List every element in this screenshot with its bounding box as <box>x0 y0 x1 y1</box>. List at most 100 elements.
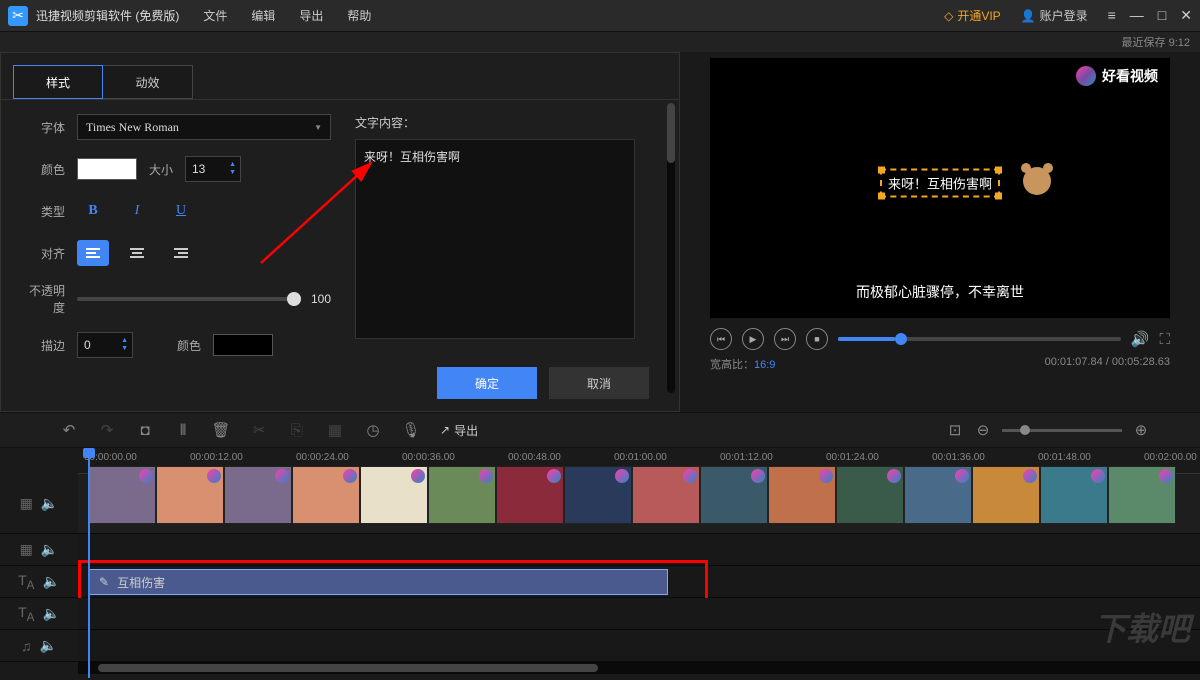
text-clip[interactable]: ✎互相伤害 <box>88 569 668 595</box>
video-thumbnail[interactable] <box>156 466 224 524</box>
volume-icon[interactable]: 🔊 <box>1131 330 1150 348</box>
align-left-button[interactable] <box>77 240 109 266</box>
video-thumbnail[interactable] <box>1108 466 1176 524</box>
size-spinner[interactable]: 13▲▼ <box>185 156 241 182</box>
video-thumbnail[interactable] <box>768 466 836 524</box>
playhead[interactable] <box>88 448 90 678</box>
paste-icon[interactable]: ▦ <box>326 421 344 439</box>
mute-icon[interactable]: 🔈 <box>42 573 59 590</box>
copy-icon[interactable]: ⎘ <box>288 421 306 439</box>
ruler-mark: 00:01:00.00 <box>614 452 667 463</box>
font-color-swatch[interactable] <box>77 158 137 180</box>
user-icon: 👤 <box>1021 9 1036 23</box>
text-track-icon: TA <box>18 604 34 624</box>
fullscreen-icon[interactable]: ⛶ <box>1159 331 1170 348</box>
prev-button[interactable]: ⏮ <box>710 328 732 350</box>
video-track-content[interactable] <box>78 474 1200 533</box>
video-thumbnail[interactable] <box>904 466 972 524</box>
timecode: 00:01:07.84 / 00:05:28.63 <box>1045 356 1170 372</box>
account-button[interactable]: 👤账户登录 <box>1021 7 1088 24</box>
subtitle-selection[interactable]: 来呀！互相伤害啊 <box>880 168 1000 197</box>
mute-icon[interactable]: 🔈 <box>40 637 57 654</box>
video-thumbnails[interactable] <box>88 466 1176 526</box>
menu-export[interactable]: 导出 <box>299 7 323 24</box>
zoom-in-icon[interactable]: ⊕ <box>1132 421 1150 439</box>
text-content-textarea[interactable] <box>355 139 635 339</box>
cancel-button[interactable]: 取消 <box>549 367 649 399</box>
video-thumbnail[interactable] <box>292 466 360 524</box>
stroke-color-label: 颜色 <box>153 337 213 354</box>
panel-scrollbar[interactable] <box>667 103 675 393</box>
menu-file[interactable]: 文件 <box>203 7 227 24</box>
menu-edit[interactable]: 编辑 <box>251 7 275 24</box>
mute-icon[interactable]: 🔈 <box>42 605 59 622</box>
ruler-mark: 00:02:00.00 <box>1144 452 1197 463</box>
ok-button[interactable]: 确定 <box>437 367 537 399</box>
video-thumbnail[interactable] <box>496 466 564 524</box>
video-thumbnail[interactable] <box>972 466 1040 524</box>
audio-track: ♫🔈 <box>0 630 1200 662</box>
play-button[interactable]: ▶ <box>742 328 764 350</box>
stroke-color-swatch[interactable] <box>213 334 273 356</box>
undo-icon[interactable]: ↶ <box>60 421 78 439</box>
stop-button[interactable]: ■ <box>806 328 828 350</box>
align-right-button[interactable] <box>165 240 197 266</box>
video-thumbnail[interactable] <box>428 466 496 524</box>
tab-style[interactable]: 样式 <box>13 65 103 99</box>
timeline-scrollbar[interactable] <box>78 662 1200 674</box>
italic-button[interactable]: I <box>121 198 153 224</box>
close-button[interactable]: ✕ <box>1180 7 1192 24</box>
tab-effect[interactable]: 动效 <box>103 65 193 99</box>
title-bar: ✂ 迅捷视频剪辑软件 (免费版) 文件 编辑 导出 帮助 ◇开通VIP 👤账户登… <box>0 0 1200 32</box>
underline-button[interactable]: U <box>165 198 197 224</box>
video-thumbnail[interactable] <box>700 466 768 524</box>
video-thumbnail[interactable] <box>564 466 632 524</box>
stroke-spinner[interactable]: 0▲▼ <box>77 332 133 358</box>
video-preview[interactable]: 好看视频 来呀！互相伤害啊 而极郁心脏骤停，不幸离世 <box>710 58 1170 318</box>
opacity-slider[interactable] <box>77 297 301 301</box>
crop-icon[interactable]: ◘ <box>136 421 154 439</box>
video-track: ▦🔈 <box>0 474 1200 534</box>
video-thumbnail[interactable] <box>836 466 904 524</box>
video-thumbnail[interactable] <box>88 466 156 524</box>
color-label: 颜色 <box>21 161 77 178</box>
mute-icon[interactable]: 🔈 <box>41 495 58 512</box>
bold-button[interactable]: B <box>77 198 109 224</box>
align-label: 对齐 <box>21 245 77 262</box>
progress-bar[interactable] <box>838 337 1121 341</box>
ruler-mark: 00:00:48.00 <box>508 452 561 463</box>
split-icon[interactable]: ⦀ <box>174 421 192 439</box>
mute-icon[interactable]: 🔈 <box>41 541 58 558</box>
ruler-mark: 00:01:36.00 <box>932 452 985 463</box>
font-dropdown[interactable]: Times New Roman <box>77 114 331 140</box>
redo-icon[interactable]: ↷ <box>98 421 116 439</box>
fit-icon[interactable]: ⊡ <box>946 421 964 439</box>
player-controls: ⏮ ▶ ⏭ ■ 🔊 ⛶ <box>710 328 1170 350</box>
video-thumbnail[interactable] <box>224 466 292 524</box>
speed-icon[interactable]: ◷ <box>364 421 382 439</box>
opacity-label: 不透明度 <box>21 282 77 316</box>
cut-icon[interactable]: ✂ <box>250 421 268 439</box>
vip-button[interactable]: ◇开通VIP <box>944 7 1001 24</box>
mic-icon[interactable]: 🎙 <box>402 421 420 439</box>
video-thumbnail[interactable] <box>1040 466 1108 524</box>
hamburger-icon[interactable]: ≡ <box>1108 7 1116 24</box>
ruler-mark: 00:01:48.00 <box>1038 452 1091 463</box>
video-thumbnail[interactable] <box>360 466 428 524</box>
ruler-mark: 00:00:12.00 <box>190 452 243 463</box>
delete-icon[interactable]: 🗑 <box>212 421 230 439</box>
overlay-track: ▦🔈 <box>0 534 1200 566</box>
next-button[interactable]: ⏭ <box>774 328 796 350</box>
zoom-slider[interactable] <box>1002 429 1122 432</box>
video-caption: 而极郁心脏骤停，不幸离世 <box>710 282 1170 302</box>
zoom-out-icon[interactable]: ⊖ <box>974 421 992 439</box>
minimize-button[interactable]: — <box>1130 7 1144 24</box>
align-center-button[interactable] <box>121 240 153 266</box>
menu-help[interactable]: 帮助 <box>347 7 371 24</box>
maximize-button[interactable]: □ <box>1158 7 1166 24</box>
overlay-track-icon: ▦ <box>20 541 33 558</box>
video-thumbnail[interactable] <box>632 466 700 524</box>
text-track-1: TA🔈 ✎互相伤害 <box>0 566 1200 598</box>
app-title: 迅捷视频剪辑软件 (免费版) <box>36 7 179 24</box>
export-button[interactable]: ↗导出 <box>440 422 478 439</box>
